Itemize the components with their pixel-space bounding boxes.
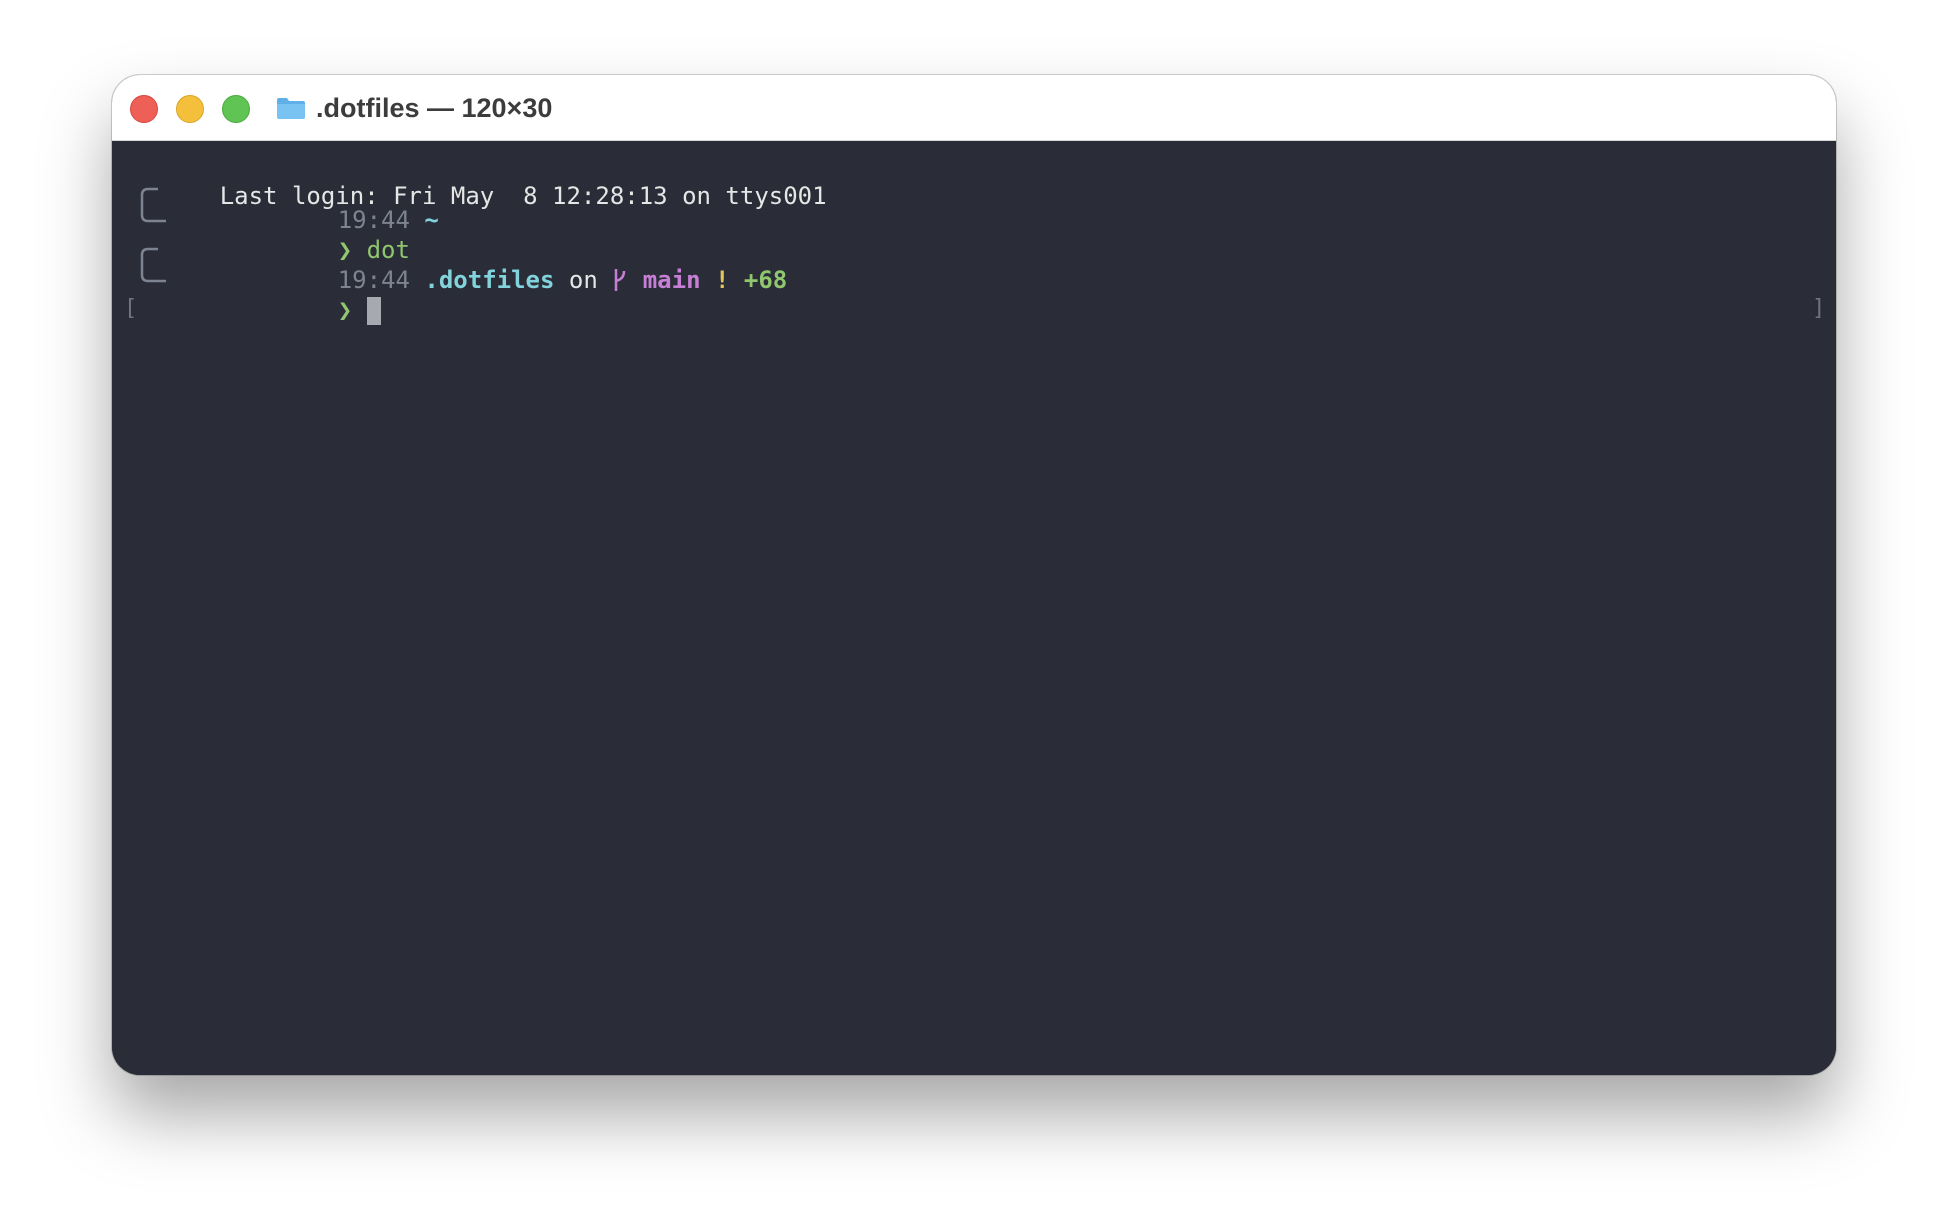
git-branch-name: main — [642, 266, 701, 294]
git-status-flag: ! — [714, 266, 730, 294]
prompt-bracket-icon — [140, 187, 166, 223]
right-edge-mark: ] — [1812, 296, 1826, 321]
maximize-button[interactable] — [222, 95, 250, 123]
command2-line[interactable]: ❯ — [251, 265, 381, 325]
prompt1-line: 19:44 ~ — [251, 175, 439, 234]
terminal-content[interactable]: [ ] Last login: Fri May 8 12:28:13 on tt… — [112, 141, 1836, 1075]
title-bar[interactable]: .dotfiles — 120×30 — [112, 75, 1836, 141]
prompt2-on: on — [568, 266, 598, 294]
prompt-arrow-icon: ❯ — [337, 296, 353, 324]
git-status-count: +68 — [743, 266, 788, 294]
minimize-button[interactable] — [176, 95, 204, 123]
prompt1-dir: ~ — [424, 206, 439, 234]
git-branch-icon — [615, 269, 626, 291]
prompt2-dir: .dotfiles — [424, 266, 555, 294]
terminal-window: .dotfiles — 120×30 [ ] Last login: Fri M… — [112, 75, 1836, 1075]
text-cursor — [366, 297, 381, 325]
prompt2-line: 19:44 .dotfiles on main ! +68 — [251, 235, 788, 294]
window-title-container: .dotfiles — 120×30 — [276, 89, 552, 127]
prompt-bracket-icon — [140, 247, 166, 283]
left-edge-mark: [ — [124, 296, 138, 321]
close-button[interactable] — [130, 95, 158, 123]
folder-icon — [277, 98, 305, 119]
command1-line: ❯ dot — [251, 205, 410, 264]
last-login-line: Last login: Fri May 8 12:28:13 on ttys00… — [133, 151, 827, 210]
window-title: .dotfiles — 120×30 — [316, 92, 553, 123]
